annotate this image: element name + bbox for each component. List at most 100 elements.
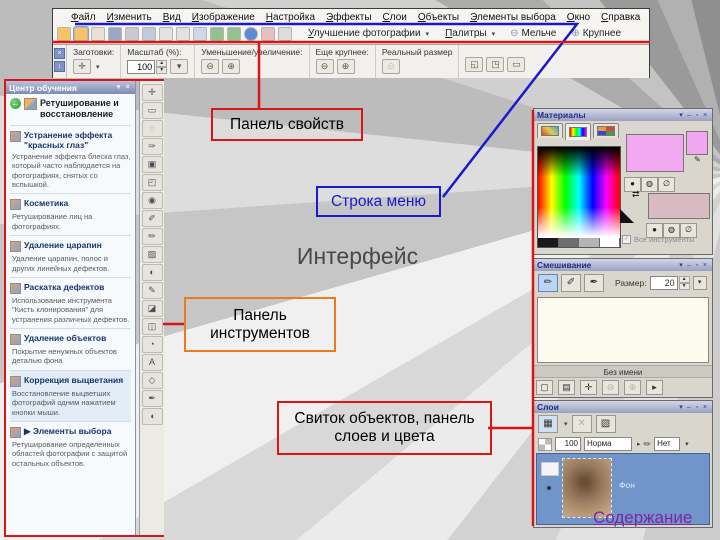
blend-mode-select[interactable]: Норма [584, 437, 632, 451]
grayscale-strip[interactable] [538, 238, 620, 247]
maximize-icon[interactable]: ▫ [693, 403, 701, 412]
edit-mask-button[interactable]: ▨ [595, 415, 616, 433]
dock-icon[interactable]: ↓ [54, 61, 65, 72]
minimize-icon[interactable]: – [685, 403, 693, 412]
pen-tool-icon[interactable]: ✒ [141, 390, 163, 407]
layer-opacity-value[interactable]: 100 [555, 437, 581, 451]
dropper-tool-icon[interactable]: ✑ [141, 138, 163, 155]
close-icon[interactable]: × [54, 48, 65, 59]
redo-icon[interactable] [193, 26, 207, 41]
minimize-icon[interactable]: – [685, 261, 693, 270]
zoom-in-tool-button[interactable]: ⊕ [222, 59, 241, 74]
menu-item[interactable]: Слои [383, 12, 407, 23]
unmix-icon[interactable]: ⊖ [602, 380, 619, 395]
spin-up-icon[interactable]: ▲ [156, 59, 168, 67]
menu-item[interactable]: Элементы выбора [470, 12, 556, 23]
menu-item[interactable]: Настройка [266, 12, 315, 23]
link-set-select[interactable]: Нет [654, 437, 681, 451]
print-icon[interactable] [142, 26, 156, 41]
zoom-in-button[interactable]: Крупнее [583, 28, 621, 39]
undo-icon[interactable] [176, 26, 190, 41]
red-eye-tool-icon[interactable]: ◉ [141, 192, 163, 209]
crop-tool-icon[interactable]: ▣ [141, 156, 163, 173]
back-icon[interactable]: ← [10, 98, 21, 109]
more-icon[interactable]: ▸ [646, 380, 663, 395]
maximize-icon[interactable]: ▫ [693, 261, 701, 270]
list-item[interactable]: Коррекция выцветания Восстановление выцв… [10, 369, 131, 421]
all-tools-checkbox[interactable]: ✓ [622, 235, 631, 244]
fit-to-image-button[interactable]: ◳ [486, 57, 505, 72]
menu-item[interactable]: Изображение [192, 12, 255, 23]
list-item[interactable]: Удаление царапин Удаление царапин, полос… [10, 235, 131, 277]
selection-tool-icon[interactable]: ▭ [141, 102, 163, 119]
null-style-icon[interactable]: ∅ [658, 177, 675, 192]
pin-icon[interactable]: ▾ [677, 403, 685, 412]
contents-link[interactable]: Содержание [593, 508, 692, 528]
home-icon[interactable] [24, 98, 37, 110]
center-image-button[interactable]: ▭ [507, 57, 526, 72]
foreground-color-swatch[interactable] [626, 134, 684, 172]
swap-colors-icon[interactable]: ⇄ [632, 189, 640, 200]
list-item[interactable]: ▶ Элементы выбора Ретуширование определе… [10, 420, 131, 472]
zoom-value[interactable]: 100 [127, 59, 156, 74]
save-icon[interactable] [125, 26, 139, 41]
size-value[interactable]: 20 [649, 276, 678, 290]
pin-icon[interactable]: ▾ [114, 83, 123, 92]
close-icon[interactable]: × [701, 111, 709, 120]
pin-icon[interactable]: ▾ [677, 111, 685, 120]
delete-layer-button[interactable]: ✕ [571, 415, 592, 433]
info-icon[interactable] [261, 26, 275, 41]
fit-to-window-button[interactable]: ◱ [465, 57, 484, 72]
size-spinner[interactable]: 20 ▲ ▼ [649, 276, 690, 290]
menu-item[interactable]: Окно [567, 12, 590, 23]
list-item[interactable]: Раскатка дефектов Использование инструме… [10, 276, 131, 328]
palettes-button[interactable]: Палитры [445, 28, 487, 39]
tab-frame[interactable] [537, 123, 563, 138]
minimize-icon[interactable]: – [685, 111, 693, 120]
background-color-swatch[interactable] [648, 193, 710, 219]
zoom-out-button[interactable]: Мельче [521, 28, 556, 39]
zoom-slider-button[interactable]: ▾ [170, 59, 189, 74]
actual-size-button[interactable]: ⊙ [381, 59, 400, 74]
enhance-icon[interactable] [227, 26, 241, 41]
navigate-icon[interactable]: ✛ [580, 380, 597, 395]
list-item[interactable]: Устранение эффекта "красных глаз" Устран… [10, 124, 131, 194]
palette-grip[interactable]: × ↓ [53, 45, 67, 78]
lock-brush-icon[interactable]: ✏ [644, 439, 652, 450]
delete-icon[interactable] [278, 26, 292, 41]
menu-item[interactable]: Изменить [107, 12, 152, 23]
share-icon[interactable] [159, 26, 173, 41]
pan-tool-icon[interactable]: ✛ [141, 84, 163, 101]
list-item[interactable]: Косметика Ретуширование лиц на фотографи… [10, 193, 131, 235]
object-remover-tool-icon[interactable]: ◪ [141, 300, 163, 317]
close-icon[interactable]: × [701, 261, 709, 270]
zoom-out-tool-button[interactable]: ⊖ [201, 59, 220, 74]
spin-down-icon[interactable]: ▼ [678, 283, 690, 290]
warp-brush-tool-icon[interactable]: ◖ [141, 408, 163, 425]
close-icon[interactable]: × [123, 83, 132, 92]
remix-icon[interactable]: ⊕ [624, 380, 641, 395]
preset-shape-tool-icon[interactable]: ◇ [141, 372, 163, 389]
pin-icon[interactable]: ▾ [677, 261, 685, 270]
close-icon[interactable]: × [701, 403, 709, 412]
new-layer-button[interactable]: ▦ [538, 415, 558, 433]
maximize-icon[interactable]: ▫ [693, 111, 701, 120]
freehand-selection-tool-icon[interactable]: ◌ [141, 120, 163, 137]
menu-item[interactable]: Объекты [418, 12, 459, 23]
spin-up-icon[interactable]: ▲ [678, 276, 690, 283]
menu-item[interactable]: Эффекты [326, 12, 371, 23]
open-folder-icon[interactable] [74, 26, 88, 41]
mixer-dropper-button[interactable]: ✒ [584, 274, 604, 292]
zoom-more-out-button[interactable]: ⊖ [315, 59, 334, 74]
mixer-knife-button[interactable]: ✐ [561, 274, 581, 292]
list-item[interactable]: Удаление объектов Покрытие ненужных объе… [10, 328, 131, 370]
tab-swatches[interactable] [593, 123, 619, 138]
mixer-canvas[interactable] [537, 297, 709, 363]
resize-icon[interactable] [210, 26, 224, 41]
zoom-spinner[interactable]: 100 ▲ ▼ [127, 59, 168, 74]
zoom-more-in-button[interactable]: ⊕ [336, 59, 355, 74]
color-picker[interactable] [537, 146, 621, 248]
browse-icon[interactable] [91, 26, 105, 41]
picture-tube-tool-icon[interactable]: ◔ [141, 336, 163, 353]
spin-down-icon[interactable]: ▼ [156, 66, 168, 74]
